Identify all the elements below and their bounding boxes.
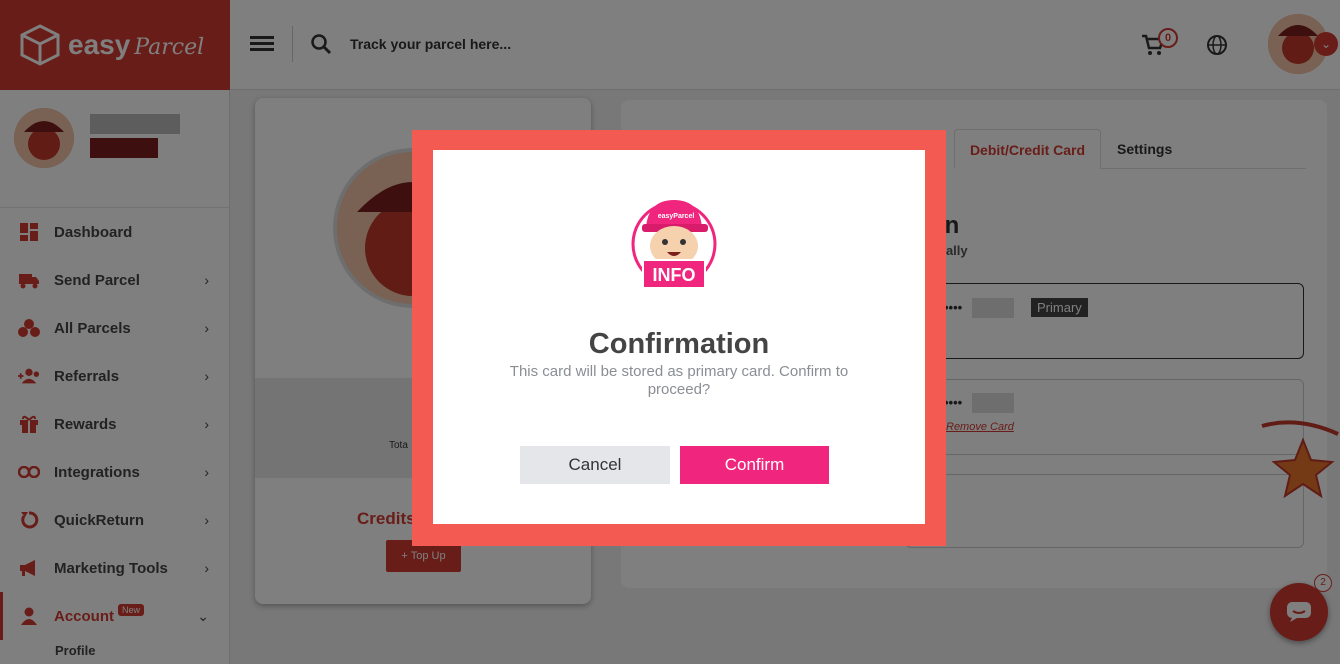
- info-mascot-icon: easyParcel INFO: [631, 200, 717, 289]
- modal-title: Confirmation: [588, 328, 770, 360]
- svg-text:easyParcel: easyParcel: [658, 213, 695, 220]
- modal-message: This card will be stored as primary card…: [509, 363, 849, 398]
- confirmation-dialog: easyParcel INFO Confirmation This card w…: [433, 150, 925, 524]
- svg-text:INFO: INFO: [653, 265, 696, 285]
- cancel-button[interactable]: Cancel: [520, 446, 670, 484]
- confirm-button[interactable]: Confirm: [680, 446, 829, 484]
